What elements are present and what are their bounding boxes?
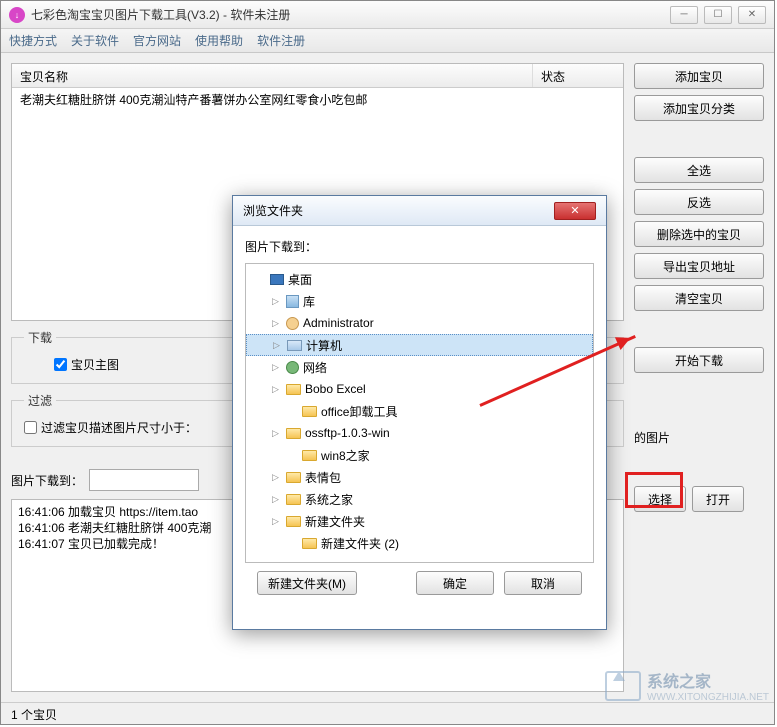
folder-tree[interactable]: 桌面 ▷库 ▷Administrator ▷计算机 ▷网络 ▷Bobo Exce… <box>245 263 594 563</box>
cell-status <box>533 88 623 110</box>
tree-bobo[interactable]: ▷Bobo Excel <box>246 378 593 400</box>
close-button[interactable]: ✕ <box>738 6 766 24</box>
folder-icon <box>302 406 317 417</box>
export-url-button[interactable]: 导出宝贝地址 <box>634 253 764 279</box>
clear-button[interactable]: 清空宝贝 <box>634 285 764 311</box>
folder-icon <box>286 428 301 439</box>
filter-label: 过滤宝贝描述图片尺寸小于： <box>41 419 197 436</box>
network-icon <box>286 361 299 374</box>
watermark-url: WWW.XITONGZHIJIA.NET <box>647 692 769 703</box>
watermark-icon <box>605 671 641 701</box>
choose-button[interactable]: 选择 <box>634 486 686 512</box>
menubar: 快捷方式 关于软件 官方网站 使用帮助 软件注册 <box>1 29 774 53</box>
dialog-title: 浏览文件夹 <box>243 202 554 219</box>
menu-register[interactable]: 软件注册 <box>257 32 305 49</box>
select-all-button[interactable]: 全选 <box>634 157 764 183</box>
new-folder-button[interactable]: 新建文件夹(M) <box>257 571 357 595</box>
dialog-titlebar: 浏览文件夹 ✕ <box>233 196 606 226</box>
download-legend: 下载 <box>24 329 56 346</box>
folder-icon <box>286 494 301 505</box>
invert-button[interactable]: 反选 <box>634 189 764 215</box>
delete-selected-button[interactable]: 删除选中的宝贝 <box>634 221 764 247</box>
filter-legend: 过滤 <box>24 392 56 409</box>
tree-newfolder1[interactable]: ▷新建文件夹 <box>246 510 593 532</box>
add-category-button[interactable]: 添加宝贝分类 <box>634 95 764 121</box>
computer-icon <box>287 340 302 351</box>
minimize-button[interactable]: ─ <box>670 6 698 24</box>
tree-ossftp[interactable]: ▷ossftp-1.0.3-win <box>246 422 593 444</box>
folder-icon <box>286 472 301 483</box>
maximize-button[interactable]: ☐ <box>704 6 732 24</box>
tree-computer[interactable]: ▷计算机 <box>246 334 593 356</box>
folder-icon <box>302 450 317 461</box>
path-label: 图片下载到： <box>11 472 83 489</box>
tree-library[interactable]: ▷库 <box>246 290 593 312</box>
folder-icon <box>302 538 317 549</box>
table-row[interactable]: 老潮夫红糖肚脐饼 400克潮汕特产番薯饼办公室网红零食小吃包邮 <box>12 88 623 110</box>
path-input[interactable] <box>89 469 199 491</box>
watermark-text: 系统之家 <box>647 668 769 692</box>
cancel-button[interactable]: 取消 <box>504 571 582 595</box>
folder-icon <box>286 516 301 527</box>
menu-website[interactable]: 官方网站 <box>133 32 181 49</box>
tree-network[interactable]: ▷网络 <box>246 356 593 378</box>
cell-name: 老潮夫红糖肚脐饼 400克潮汕特产番薯饼办公室网红零食小吃包邮 <box>12 88 533 110</box>
menu-shortcut[interactable]: 快捷方式 <box>9 32 57 49</box>
browse-folder-dialog: 浏览文件夹 ✕ 图片下载到： 桌面 ▷库 ▷Administrator ▷计算机… <box>232 195 607 630</box>
dialog-close-button[interactable]: ✕ <box>554 202 596 220</box>
tree-desktop[interactable]: 桌面 <box>246 268 593 290</box>
titlebar: ↓ 七彩色淘宝宝贝图片下载工具(V3.2) - 软件未注册 ─ ☐ ✕ <box>1 1 774 29</box>
add-item-button[interactable]: 添加宝贝 <box>634 63 764 89</box>
folder-icon <box>286 384 301 395</box>
tree-xitong[interactable]: ▷系统之家 <box>246 488 593 510</box>
menu-help[interactable]: 使用帮助 <box>195 32 243 49</box>
app-icon: ↓ <box>9 7 25 23</box>
tree-administrator[interactable]: ▷Administrator <box>246 312 593 334</box>
checkbox-main-image[interactable] <box>54 358 67 371</box>
checkbox-filter-size[interactable] <box>24 421 37 434</box>
user-icon <box>286 317 299 330</box>
tree-office[interactable]: office卸载工具 <box>246 400 593 422</box>
dialog-prompt: 图片下载到： <box>245 238 594 255</box>
menu-about[interactable]: 关于软件 <box>71 32 119 49</box>
desktop-icon <box>270 274 284 285</box>
library-icon <box>286 295 299 308</box>
col-name[interactable]: 宝贝名称 <box>12 64 533 87</box>
pics-suffix: 的图片 <box>634 429 764 446</box>
statusbar: 1 个宝贝 <box>1 702 774 724</box>
status-text: 1 个宝贝 <box>11 708 57 722</box>
ok-button[interactable]: 确定 <box>416 571 494 595</box>
open-button[interactable]: 打开 <box>692 486 744 512</box>
start-download-button[interactable]: 开始下载 <box>634 347 764 373</box>
col-status[interactable]: 状态 <box>533 64 623 87</box>
window-title: 七彩色淘宝宝贝图片下载工具(V3.2) - 软件未注册 <box>31 6 670 23</box>
watermark: 系统之家 WWW.XITONGZHIJIA.NET <box>605 668 769 703</box>
tree-emoji[interactable]: ▷表情包 <box>246 466 593 488</box>
tree-win8[interactable]: win8之家 <box>246 444 593 466</box>
checkbox-main-label: 宝贝主图 <box>71 356 119 373</box>
grid-header: 宝贝名称 状态 <box>12 64 623 88</box>
tree-newfolder2[interactable]: 新建文件夹 (2) <box>246 532 593 554</box>
